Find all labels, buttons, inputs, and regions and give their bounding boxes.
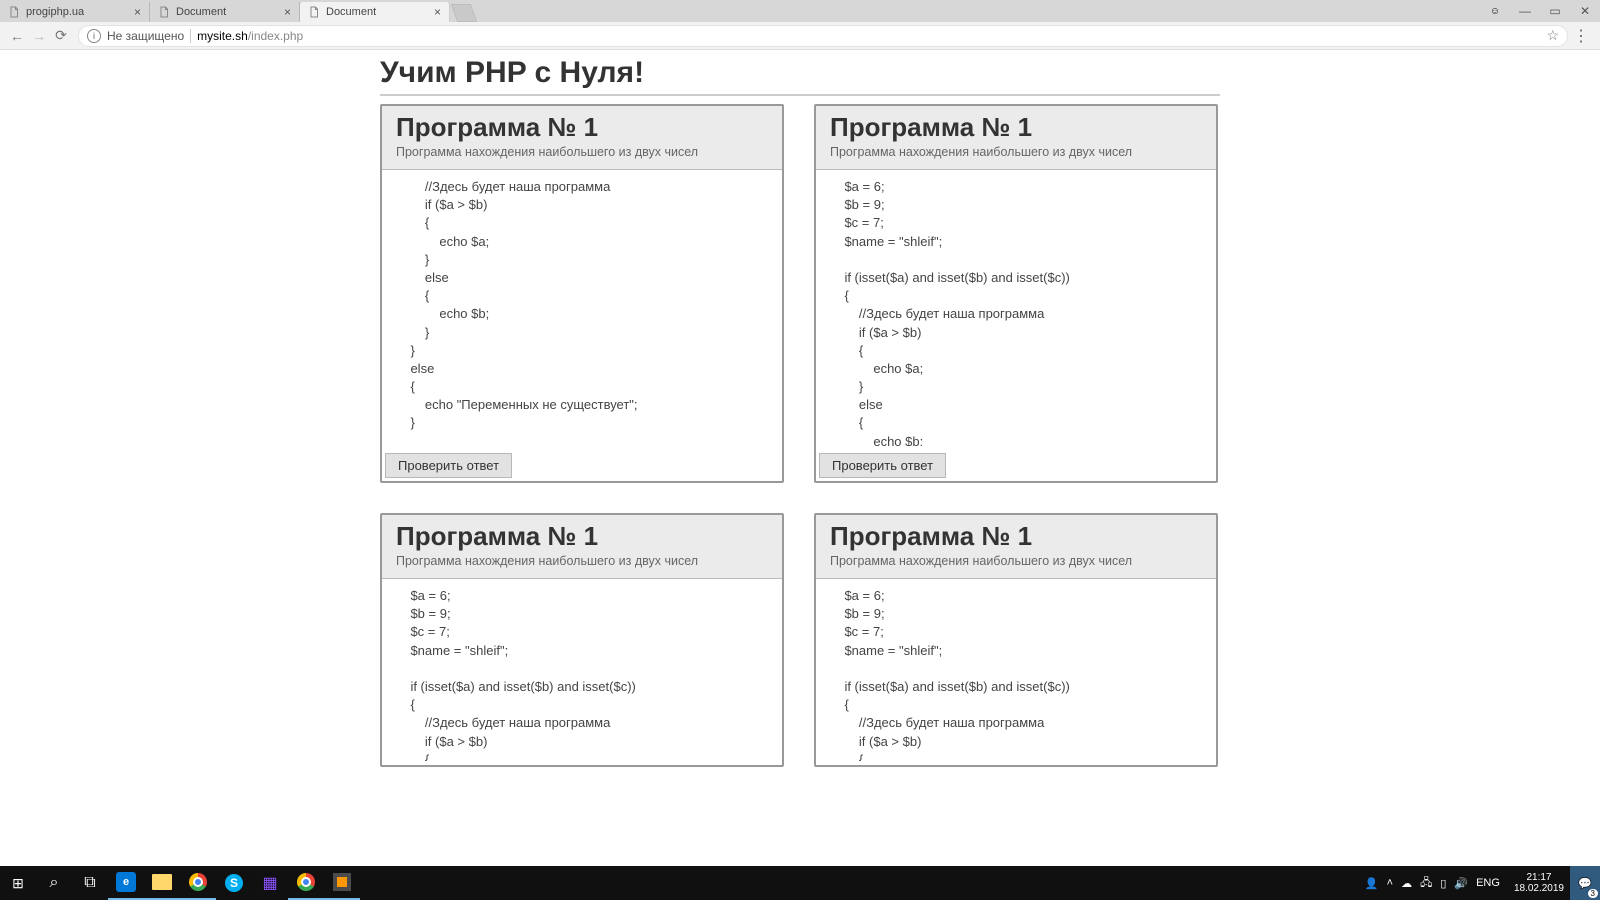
sublime-app[interactable]	[324, 866, 360, 900]
app-icon: ▦	[262, 873, 277, 893]
system-tray: 👤 ˄ ☁ 🖧 ▯ 🔊 ENG	[1357, 874, 1508, 893]
file-icon	[158, 6, 170, 18]
card-title: Программа № 1	[830, 112, 1202, 143]
page-viewport[interactable]: Учим PHP с Нуля! Программа № 1 Программа…	[0, 50, 1600, 836]
browser-tab-2[interactable]: Document ×	[300, 2, 450, 22]
close-icon[interactable]: ×	[134, 6, 141, 18]
program-card: Программа № 1 Программа нахождения наибо…	[380, 513, 784, 767]
edge-icon: e	[116, 872, 136, 892]
taskbar-clock[interactable]: 21:17 18.02.2019	[1508, 872, 1570, 894]
clock-date: 18.02.2019	[1514, 883, 1564, 894]
chrome-app-2[interactable]	[288, 866, 324, 900]
cards-grid: Программа № 1 Программа нахождения наибо…	[380, 104, 1220, 767]
tab-title: Document	[326, 6, 376, 18]
card-header: Программа № 1 Программа нахождения наибо…	[816, 515, 1216, 579]
code-area[interactable]: $a = 6; $b = 9; $c = 7; $name = "shleif"…	[820, 583, 1212, 761]
close-icon[interactable]: ×	[434, 6, 441, 18]
windows-taskbar: ⊞ ⌕ ⧉ e S ▦ 👤 ˄ ☁ 🖧 ▯ 🔊 ENG 21:17 18.02.…	[0, 866, 1600, 900]
browser-menu-button[interactable]: ⋮	[1568, 26, 1594, 46]
bookmark-star-icon[interactable]: ☆	[1546, 27, 1559, 44]
start-button[interactable]: ⊞	[0, 866, 36, 900]
windows-icon: ⊞	[12, 875, 24, 892]
chrome-app[interactable]	[180, 866, 216, 900]
card-title: Программа № 1	[396, 112, 768, 143]
program-card: Программа № 1 Программа нахождения наибо…	[814, 104, 1218, 483]
account-icon[interactable]: ☺	[1480, 6, 1510, 17]
check-answer-button[interactable]: Проверить ответ	[819, 453, 946, 478]
browser-tab-0[interactable]: progiphp.ua ×	[0, 2, 150, 22]
forward-button[interactable]: →	[28, 25, 50, 47]
browser-chrome: progiphp.ua × Document × Document × ☺ — …	[0, 0, 1600, 50]
card-header: Программа № 1 Программа нахождения наибо…	[816, 106, 1216, 170]
card-subtitle: Программа нахождения наибольшего из двух…	[830, 554, 1202, 568]
folder-icon	[152, 874, 172, 890]
language-indicator[interactable]: ENG	[1476, 877, 1500, 889]
edge-app[interactable]: e	[108, 866, 144, 900]
page-title: Учим PHP с Нуля!	[380, 56, 1220, 96]
card-subtitle: Программа нахождения наибольшего из двух…	[396, 554, 768, 568]
sublime-icon	[333, 873, 351, 891]
skype-app[interactable]: S	[216, 866, 252, 900]
tray-chevron-icon: ˄	[1387, 877, 1393, 889]
task-view-button[interactable]: ⧉	[72, 866, 108, 900]
onedrive-icon[interactable]: ☁	[1401, 877, 1412, 890]
volume-icon[interactable]: 🔊	[1454, 877, 1468, 890]
url-path: /index.php	[248, 29, 303, 43]
chrome-icon	[297, 873, 315, 891]
window-controls: ☺ — ▭ ✕	[1480, 0, 1600, 22]
url-host: mysite.sh	[197, 29, 248, 43]
taskview-icon: ⧉	[84, 874, 95, 892]
tab-title: progiphp.ua	[26, 6, 84, 18]
program-card: Программа № 1 Программа нахождения наибо…	[814, 513, 1218, 767]
address-bar: ← → ⟳ i Не защищено mysite.sh/index.php …	[0, 22, 1600, 50]
reload-button[interactable]: ⟳	[50, 25, 72, 47]
file-icon	[8, 6, 20, 18]
card-title: Программа № 1	[396, 521, 768, 552]
card-header: Программа № 1 Программа нахождения наибо…	[382, 515, 782, 579]
chrome-icon	[189, 873, 207, 891]
new-tab-button[interactable]	[451, 4, 478, 22]
skype-icon: S	[225, 874, 243, 892]
program-card: Программа № 1 Программа нахождения наибо…	[380, 104, 784, 483]
notification-badge: 3	[1588, 889, 1598, 898]
file-explorer-app[interactable]	[144, 866, 180, 900]
people-icon[interactable]: 👤	[1365, 877, 1379, 890]
browser-tab-1[interactable]: Document ×	[150, 2, 300, 22]
back-button[interactable]: ←	[6, 25, 28, 47]
notification-icon: 💬	[1578, 877, 1592, 890]
maximize-button[interactable]: ▭	[1540, 0, 1570, 22]
minimize-button[interactable]: —	[1510, 0, 1540, 22]
app-button[interactable]: ▦	[252, 866, 288, 900]
network-icon[interactable]: 🖧	[1420, 874, 1432, 893]
security-label: Не защищено	[107, 29, 184, 43]
url-input[interactable]: i Не защищено mysite.sh/index.php ☆	[78, 25, 1568, 47]
search-icon: ⌕	[50, 874, 59, 892]
card-title: Программа № 1	[830, 521, 1202, 552]
close-window-button[interactable]: ✕	[1570, 0, 1600, 22]
code-area[interactable]: $a = 6; $b = 9; $c = 7; $name = "shleif"…	[386, 583, 778, 761]
file-icon	[308, 6, 320, 18]
battery-icon[interactable]: ▯	[1440, 877, 1446, 890]
card-header: Программа № 1 Программа нахождения наибо…	[382, 106, 782, 170]
clock-time: 21:17	[1514, 872, 1564, 883]
card-subtitle: Программа нахождения наибольшего из двух…	[396, 145, 768, 159]
page-content: Учим PHP с Нуля! Программа № 1 Программа…	[380, 50, 1220, 767]
notification-center[interactable]: 💬 3	[1570, 866, 1600, 900]
info-icon[interactable]: i	[87, 29, 101, 43]
search-button[interactable]: ⌕	[36, 866, 72, 900]
divider	[190, 29, 191, 43]
check-answer-button[interactable]: Проверить ответ	[385, 453, 512, 478]
close-icon[interactable]: ×	[284, 6, 291, 18]
code-area[interactable]: //Здесь будет наша программа if ($a > $b…	[386, 174, 778, 446]
tab-bar: progiphp.ua × Document × Document × ☺ — …	[0, 0, 1600, 22]
card-subtitle: Программа нахождения наибольшего из двух…	[830, 145, 1202, 159]
tab-title: Document	[176, 6, 226, 18]
code-area[interactable]: $a = 6; $b = 9; $c = 7; $name = "shleif"…	[820, 174, 1212, 446]
